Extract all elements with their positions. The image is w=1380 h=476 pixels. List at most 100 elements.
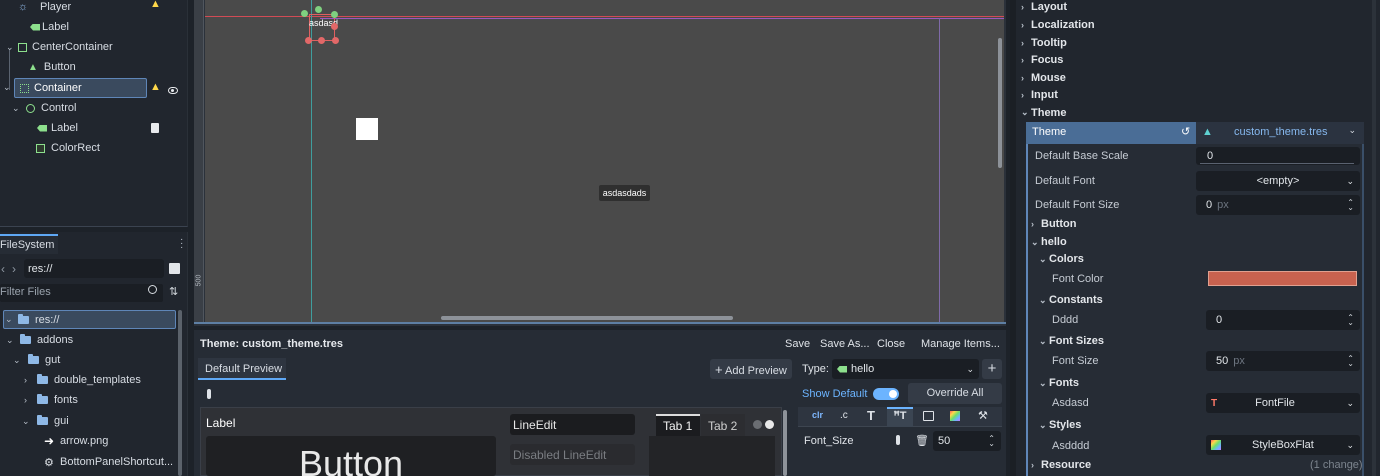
visibility-eye-icon[interactable] [168,87,178,94]
fs-item-gui[interactable]: ⌄ gui [0,412,69,430]
script-icon[interactable] [151,123,159,133]
section-constants[interactable]: ⌄ Constants [1039,293,1103,307]
tree-item-label-child[interactable]: Label [0,119,256,137]
inspector-group-focus[interactable]: › Focus [1021,52,1063,67]
path-field[interactable]: res:// [24,259,164,278]
collapse-arrow-icon[interactable]: ⌄ [5,314,15,325]
constant-type-tab-icon[interactable]: .c [840,410,848,421]
warning-icon[interactable]: ▲ [150,0,161,10]
collapse-arrow-icon[interactable]: ⌄ [22,416,32,427]
dddd-spinbox[interactable]: 0 ⌃ ⌄ [1206,310,1360,330]
section-resource[interactable]: › Resource [1031,458,1091,472]
tree-item-container-selected[interactable]: Container [14,78,147,98]
stylebox-type-tab-icon[interactable] [950,411,960,421]
tree-item-control[interactable]: ⌄ Control [0,99,255,117]
slider-track[interactable] [1200,163,1354,164]
close-button[interactable]: Close [877,338,905,350]
preview-tab-1[interactable]: Tab 1 [656,414,700,436]
add-preview-button[interactable]: + Add Preview [710,359,792,379]
expand-arrow-icon[interactable]: › [24,375,34,385]
save-button[interactable]: Save [785,338,810,350]
tree-item-centercontainer[interactable]: ⌄ CenterContainer [0,38,291,56]
handle[interactable] [315,6,322,13]
inspector-group-mouse[interactable]: › Mouse [1021,70,1066,85]
filter-files-input[interactable]: Filter Files [0,284,163,302]
inspector-scrollbar[interactable] [1372,0,1376,476]
center-label-node[interactable]: asdasdads [599,185,650,201]
default-font-picker[interactable]: <empty> ⌄ [1196,171,1360,191]
type-selector[interactable]: hello ⌄ [832,359,979,379]
trash-icon[interactable]: 🗑 [915,434,929,447]
asdddd-stylebox-picker[interactable]: StyleBoxFlat ⌄ [1206,435,1360,455]
preview-lineedit[interactable]: LineEdit [510,414,635,435]
save-as-button[interactable]: Save As... [820,338,870,350]
font-type-tab-icon[interactable]: T [867,408,875,423]
preview-tab-2[interactable]: Tab 2 [701,414,745,436]
property-value-spinbox[interactable]: 50 ⌃ ⌄ [933,431,1001,451]
canvas[interactable] [205,0,1004,322]
tree-item-button[interactable]: ▲ Button [0,58,254,76]
inspector-group-input[interactable]: › Input [1021,87,1058,102]
filesystem-tab[interactable]: FileSystem [0,234,58,254]
fs-item-root[interactable]: ⌄ res:// [3,310,176,329]
inspector-group-layout[interactable]: › Layout [1021,0,1067,14]
add-type-button[interactable]: + [982,359,1002,379]
manage-items-button[interactable]: Manage Items... [921,338,1000,350]
fs-item-gut[interactable]: ⌄ gut [0,351,60,369]
default-base-scale-field[interactable]: 0 [1196,147,1360,165]
spin-arrows-icon[interactable]: ⌃ ⌄ [1347,199,1354,212]
expand-arrow-icon[interactable]: › [24,395,34,405]
icon-type-tab-icon[interactable] [923,411,934,421]
back-arrow-icon[interactable]: ‹ [1,262,5,276]
panel-menu-icon[interactable]: · · · [180,235,183,253]
fs-item-double-templates[interactable]: › double_templates [0,371,141,389]
forward-arrow-icon[interactable]: › [12,262,16,276]
fs-scrollbar[interactable] [178,310,182,476]
show-default-toggle[interactable] [873,388,899,400]
font-size-spinbox[interactable]: 50 px ⌃ ⌄ [1206,351,1360,371]
tab-prev-icon[interactable] [753,420,762,429]
colorrect-white[interactable] [356,118,378,140]
tab-next-icon[interactable] [765,420,774,429]
collapse-arrow-icon[interactable]: ⌄ [13,355,23,366]
collapse-arrow-icon[interactable]: ⌄ [3,82,13,93]
handle[interactable] [331,11,338,18]
handle[interactable] [318,37,325,44]
font-color-swatch[interactable] [1208,271,1357,286]
section-font-sizes[interactable]: ⌄ Font Sizes [1039,334,1104,348]
section-colors[interactable]: ⌄ Colors [1039,252,1084,266]
fs-item-bottompanel[interactable]: ⚙ BottomPanelShortcut... [0,453,173,471]
fs-item-fonts[interactable]: › fonts [0,391,78,409]
color-type-tab-icon[interactable]: clr [812,410,823,420]
inspector-group-theme[interactable]: ⌄ Theme [1021,105,1066,120]
theme-property-header[interactable]: Theme ↺ [1026,122,1196,144]
revert-icon[interactable]: ↺ [1181,125,1190,138]
fs-item-arrow-png[interactable]: ➜ arrow.png [0,432,108,450]
settings-type-tab-icon[interactable]: ⚒ [978,409,988,422]
split-view-icon[interactable] [169,263,180,274]
collapse-arrow-icon[interactable]: ⌄ [12,103,22,114]
asdasd-font-picker[interactable]: T FontFile ⌄ [1206,393,1360,413]
override-all-button[interactable]: Override All [908,383,1002,404]
theme-resource-picker[interactable]: ▲ custom_theme.tres ⌄ [1196,122,1364,144]
spin-arrows-icon[interactable]: ⌃ ⌄ [1347,314,1354,327]
spin-arrows-icon[interactable]: ⌃ ⌄ [988,435,995,448]
tree-item-label[interactable]: Label [0,18,247,36]
handle[interactable] [301,10,308,17]
section-fonts[interactable]: ⌄ Fonts [1039,376,1079,390]
warning-icon[interactable]: ▲ [150,81,161,93]
preview-scrollbar[interactable] [783,410,787,476]
handle[interactable] [332,37,339,44]
collapse-arrow-icon[interactable]: ⌄ [6,335,16,346]
search-icon[interactable] [148,285,157,294]
pin-icon[interactable] [896,435,900,445]
fs-item-addons[interactable]: ⌄ addons [0,331,73,349]
handle[interactable] [331,23,338,30]
inspector-group-localization[interactable]: › Localization [1021,17,1095,32]
sort-icon[interactable]: ⇅ [169,285,178,298]
section-hello[interactable]: ⌄ hello [1031,235,1067,249]
default-font-size-spinbox[interactable]: 0 px ⌃ ⌄ [1196,195,1360,215]
collapse-arrow-icon[interactable]: ⌄ [6,42,16,53]
inspector-group-tooltip[interactable]: › Tooltip [1021,35,1067,50]
font-size-type-tab[interactable]: ꟸT [887,407,913,427]
